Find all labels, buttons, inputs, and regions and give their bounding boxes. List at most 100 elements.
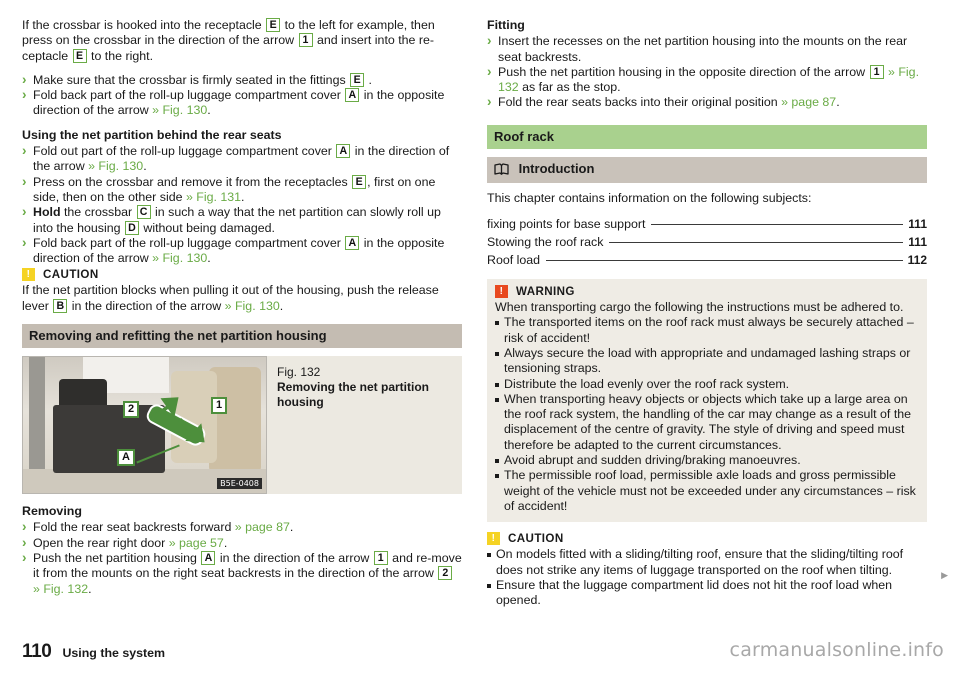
continuation-marker: ▶ (941, 570, 948, 580)
heading-using-net-partition: Using the net partition behind the rear … (22, 127, 282, 142)
ref-badge-a: A (345, 88, 360, 103)
ref-badge-e: E (352, 174, 367, 189)
fitting-bullet-list: Insert the recesses on the net partition… (487, 33, 927, 110)
cross-reference[interactable]: » Fig. 130 (88, 159, 143, 173)
introduction-lead: This chapter contains information on the… (487, 190, 812, 205)
ref-badge-e: E (266, 18, 281, 32)
ref-badge-e: E (72, 48, 87, 63)
cross-reference[interactable]: » page 57 (169, 536, 224, 550)
right-column: Fitting Insert the recesses on the net p… (487, 18, 927, 618)
list-item: Push the net partition housing A in the … (22, 550, 462, 597)
list-item: Fold out part of the roll-up luggage com… (22, 143, 462, 175)
caution-item-list: On models fitted with a sliding/tilting … (487, 547, 927, 608)
toc-row[interactable]: fixing points for base support 111 (487, 215, 927, 233)
figure-block: 2 1 A B5E-0408 Fig. 132 Removing the net… (22, 356, 462, 495)
caution-block-left: ! CAUTION If the net partition blocks wh… (22, 268, 462, 314)
caution-block-right: ! CAUTION On models fitted with a slidin… (487, 532, 927, 608)
page-footer: 110 Using the system (22, 641, 165, 663)
warning-title: WARNING (516, 285, 575, 299)
heading-fitting: Fitting (487, 18, 525, 32)
heading-removing: Removing (22, 504, 82, 519)
ref-badge-d: D (124, 220, 139, 235)
toc-leader-line (609, 242, 904, 244)
ref-badge-2: 2 (438, 566, 453, 581)
cross-reference[interactable]: » Fig. 132 (498, 65, 919, 94)
intro-bullet-list: Make sure that the crossbar is firmly se… (22, 72, 462, 119)
figure-number: Fig. 132 (277, 365, 321, 380)
ref-badge-a: A (336, 144, 351, 159)
cross-reference[interactable]: » Fig. 132 (33, 582, 88, 596)
cross-reference[interactable]: » page 87 (235, 520, 290, 534)
warning-item-list: The transported items on the roof rack m… (495, 315, 919, 514)
list-item: Distribute the load evenly over the roof… (495, 377, 919, 392)
caution-body: If the net partition blocks when pulling… (22, 283, 439, 313)
ref-badge-1: 1 (298, 33, 313, 48)
list-item: Fold back part of the roll-up luggage co… (22, 87, 462, 119)
cross-reference[interactable]: » Fig. 130 (152, 103, 207, 117)
figure-image: 2 1 A B5E-0408 (22, 356, 267, 495)
removing-bullet-list: Fold the rear seat backrests forward » p… (22, 519, 462, 597)
emphasis-hold: Hold (33, 205, 61, 220)
list-item: Push the net partition housing in the op… (487, 64, 927, 96)
footer-page-number: 110 (22, 641, 52, 662)
list-item: Avoid abrupt and sudden driving/braking … (495, 453, 919, 468)
open-book-icon (494, 163, 513, 178)
toc-label: fixing points for base support (487, 217, 646, 232)
section-header-removing-refitting: Removing and refitting the net partition… (22, 324, 462, 349)
toc-row[interactable]: Stowing the roof rack 111 (487, 233, 927, 251)
caution-heading: ! CAUTION (487, 532, 927, 546)
list-item: Ensure that the luggage compartment lid … (487, 578, 927, 609)
list-item: Insert the recesses on the net partition… (487, 33, 927, 65)
using-bullet-list: Fold out part of the roll-up luggage com… (22, 143, 462, 266)
list-item: Open the rear right door » page 57. (22, 535, 462, 551)
cross-reference[interactable]: » page 87 (781, 95, 836, 109)
watermark: carmanualsonline.info (729, 639, 944, 661)
list-item: The permissible roof load, permissible a… (495, 468, 919, 514)
manual-page: If the crossbar is hooked into the recep… (0, 0, 960, 677)
toc-label: Stowing the roof rack (487, 235, 604, 250)
warning-lead: When transporting cargo the following th… (495, 300, 904, 315)
cross-reference[interactable]: » Fig. 130 (225, 299, 280, 313)
list-item: Always secure the load with appropriate … (495, 346, 919, 377)
figure-title-line1: Removing the net partition (277, 380, 430, 395)
chapter-header-roof-rack: Roof rack (487, 124, 927, 149)
exclamation-icon: ! (22, 268, 35, 282)
warning-block: ! WARNING When transporting cargo the fo… (487, 279, 927, 523)
intro-paragraph: If the crossbar is hooked into the recep… (22, 18, 462, 64)
caution-heading: ! CAUTION (22, 268, 462, 282)
caution-title: CAUTION (43, 268, 99, 282)
list-item: Make sure that the crossbar is firmly se… (22, 72, 462, 88)
ref-badge-c: C (136, 205, 151, 220)
list-item: When transporting heavy objects or objec… (495, 392, 919, 453)
caution-title: CAUTION (508, 532, 564, 546)
cross-reference[interactable]: » Fig. 130 (152, 251, 207, 265)
figure-callout-2: 2 (123, 401, 140, 419)
ref-badge-a: A (345, 235, 360, 250)
intro-text-part: If the crossbar is hooked into the recep… (22, 18, 266, 32)
figure-callout-a: A (117, 449, 135, 467)
list-item: The transported items on the roof rack m… (495, 315, 919, 346)
ref-badge-a: A (201, 550, 216, 565)
intro-text-part: to the right. (87, 48, 154, 63)
toc-leader-line (651, 224, 904, 226)
toc-row[interactable]: Roof load 112 (487, 251, 927, 269)
list-item: Hold the crossbar C in such a way that t… (22, 204, 462, 236)
toc-page-number: 111 (908, 217, 927, 232)
cross-reference[interactable]: » Fig. 131 (186, 190, 241, 204)
list-item: Press on the crossbar and remove it from… (22, 174, 462, 206)
toc-leader-line (546, 260, 903, 262)
list-item: Fold the rear seats backs into their ori… (487, 94, 927, 110)
footer-section-name: Using the system (62, 646, 166, 660)
list-item: Fold the rear seat backrests forward » p… (22, 519, 462, 535)
left-column: If the crossbar is hooked into the recep… (22, 18, 462, 597)
table-of-contents: fixing points for base support 111 Stowi… (487, 215, 927, 269)
figure-caption: Fig. 132 Removing the net partition hous… (267, 356, 462, 494)
toc-label: Roof load (487, 253, 541, 268)
ref-badge-1: 1 (373, 550, 388, 565)
toc-page-number: 111 (908, 235, 927, 250)
ref-badge-e: E (350, 72, 365, 87)
figure-callout-1: 1 (211, 397, 228, 415)
exclamation-icon: ! (487, 532, 500, 546)
ref-badge-b: B (53, 298, 68, 313)
introduction-label: Introduction (518, 160, 595, 176)
